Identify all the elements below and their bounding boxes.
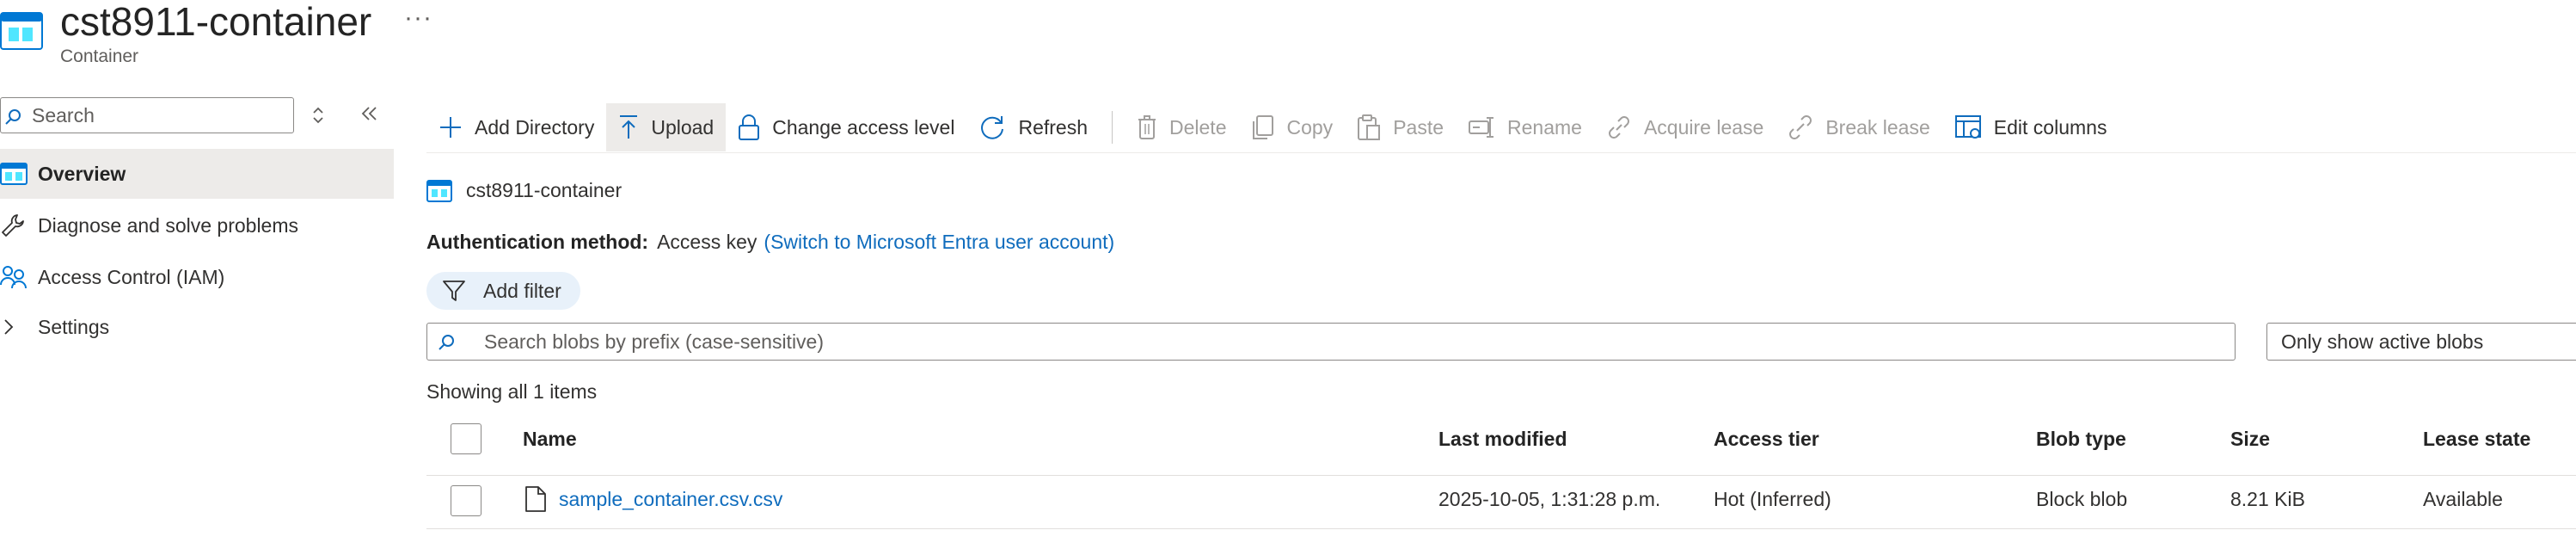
breadcrumb-label: cst8911-container (466, 179, 623, 201)
toolbar-divider-line (426, 152, 2576, 153)
search-icon (439, 335, 454, 350)
edit-columns-button[interactable]: Edit columns (1942, 103, 2119, 151)
acquire-lease-button[interactable]: Acquire lease (1594, 103, 1776, 151)
blob-type: Block blob (2036, 488, 2128, 510)
trash-icon (1138, 115, 1156, 139)
nav-search-input[interactable] (32, 98, 290, 133)
chevron-right-icon (0, 317, 38, 337)
items-count: Showing all 1 items (426, 380, 598, 403)
more-options-button[interactable]: ··· (404, 3, 432, 33)
edit-columns-icon (1954, 115, 1981, 139)
nav-search-box[interactable] (0, 97, 294, 133)
header-row-divider (426, 475, 2576, 476)
rename-icon (1469, 117, 1494, 138)
auth-method: Authentication method: Access key (Switch … (426, 231, 1114, 254)
plus-icon (440, 117, 461, 138)
filter-icon (443, 281, 465, 301)
column-header-lease-state[interactable]: Lease state (2423, 428, 2530, 451)
nav-item-settings[interactable]: Settings (0, 302, 394, 352)
add-filter-button[interactable]: Add filter (426, 272, 580, 310)
blob-access-tier: Hot (Inferred) (1714, 488, 1831, 510)
page-subtitle: Container (60, 46, 139, 66)
clipboard-icon (1358, 114, 1381, 140)
container-icon (0, 12, 43, 50)
blob-last-modified: 2025-10-05, 1:31:28 p.m. (1438, 488, 1661, 510)
toolbar-divider (1112, 111, 1113, 144)
blob-search-input[interactable] (484, 324, 2221, 360)
overview-icon (0, 163, 38, 185)
copy-button[interactable]: Copy (1238, 103, 1345, 151)
auth-method-value: Access key (657, 231, 757, 253)
upload-icon (620, 115, 638, 139)
sort-icon[interactable] (311, 105, 325, 126)
nav-item-label: Settings (38, 315, 110, 338)
upload-button[interactable]: Upload (606, 103, 727, 151)
search-icon (5, 109, 21, 125)
column-header-last-modified[interactable]: Last modified (1438, 428, 1567, 451)
switch-auth-link[interactable]: (Switch to Microsoft Entra user account) (764, 231, 1114, 253)
refresh-icon (981, 116, 1004, 139)
blob-search-box[interactable] (426, 323, 2236, 361)
lock-icon (739, 114, 760, 140)
container-icon (426, 179, 452, 202)
nav-item-access-control[interactable]: Access Control (IAM) (0, 252, 394, 302)
blob-size: 8.21 KiB (2230, 488, 2305, 510)
broken-link-icon (1789, 115, 1812, 139)
paste-button[interactable]: Paste (1345, 103, 1456, 151)
nav-item-label: Access Control (IAM) (38, 265, 225, 288)
active-blobs-dropdown[interactable]: Only show active blobs (2266, 323, 2576, 361)
change-access-level-button[interactable]: Change access level (726, 103, 966, 151)
rename-button[interactable]: Rename (1456, 103, 1594, 151)
delete-button[interactable]: Delete (1125, 103, 1238, 151)
auth-method-label: Authentication method: (426, 231, 649, 253)
collapse-nav-icon[interactable] (359, 103, 380, 124)
nav-item-overview[interactable]: Overview (0, 149, 394, 199)
column-header-blob-type[interactable]: Blob type (2036, 428, 2126, 451)
column-header-name[interactable]: Name (523, 428, 577, 451)
column-header-size[interactable]: Size (2230, 428, 2270, 451)
nav-item-label: Overview (38, 162, 126, 185)
row-divider (426, 528, 2576, 529)
select-all-checkbox[interactable] (451, 423, 481, 454)
nav-item-label: Diagnose and solve problems (38, 213, 299, 237)
blob-name-link[interactable]: sample_container.csv.csv (559, 488, 782, 511)
blob-lease-state: Available (2423, 488, 2503, 510)
nav-item-diagnose[interactable]: Diagnose and solve problems (0, 200, 394, 250)
storage-container-page: cst8911-container ··· Container Overview (0, 0, 2576, 555)
page-title: cst8911-container (60, 0, 372, 44)
add-directory-button[interactable]: Add Directory (426, 103, 606, 151)
wrench-icon (0, 213, 38, 238)
link-icon (1608, 116, 1629, 139)
copy-icon (1253, 115, 1274, 139)
file-icon (525, 486, 546, 512)
row-checkbox[interactable] (451, 485, 481, 516)
people-icon (0, 264, 38, 290)
refresh-button[interactable]: Refresh (966, 103, 1100, 151)
command-bar: Add Directory Upload Change access level… (426, 103, 2119, 151)
column-header-access-tier[interactable]: Access tier (1714, 428, 1819, 451)
break-lease-button[interactable]: Break lease (1776, 103, 1941, 151)
breadcrumb: cst8911-container (426, 179, 622, 202)
